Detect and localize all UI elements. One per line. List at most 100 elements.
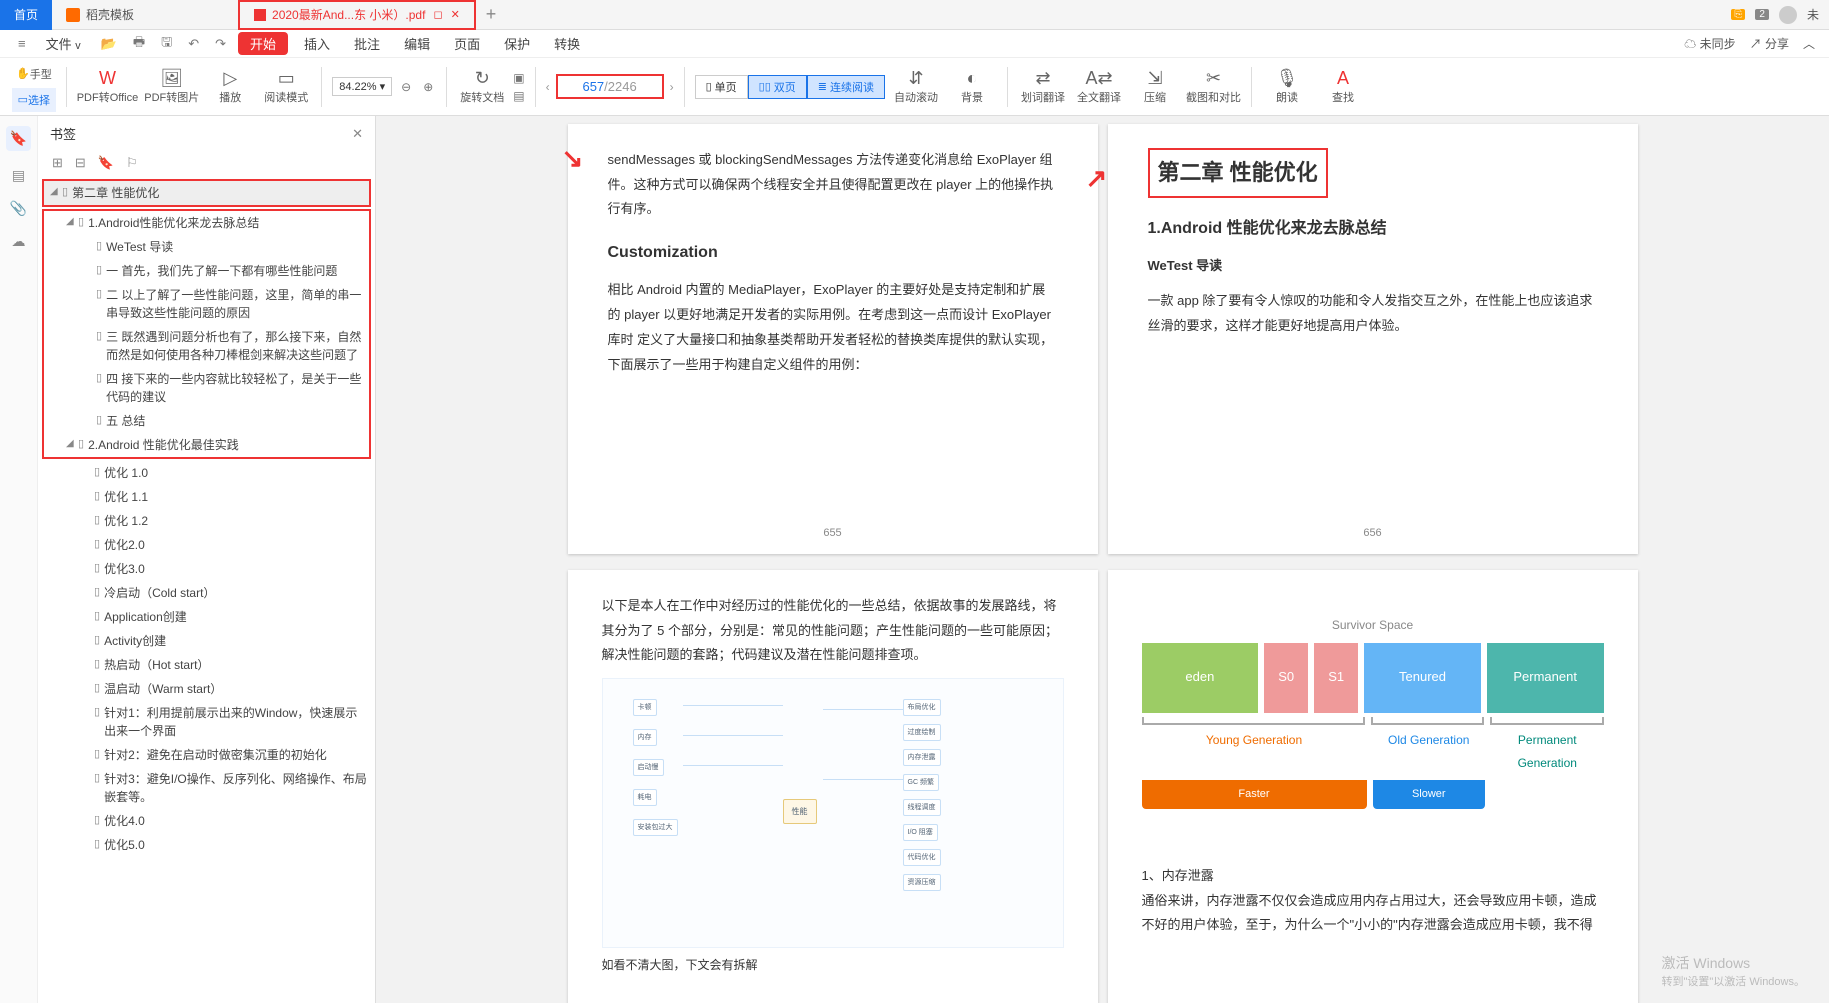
pdf-icon bbox=[254, 9, 266, 21]
doc-subheading: WeTest 导读 bbox=[1148, 254, 1598, 279]
doc-text: 如看不清大图，下文会有拆解 bbox=[602, 954, 1064, 977]
btn-play[interactable]: ▷播放 bbox=[205, 60, 255, 114]
tool-select[interactable]: ▭ 选择 bbox=[12, 88, 56, 112]
bookmark-item[interactable]: ▯优化3.0 bbox=[42, 557, 371, 581]
bookmark-item[interactable]: ▯四 接下来的一些内容就比较轻松了，是关于一些代码的建议 bbox=[44, 367, 369, 409]
tab-home[interactable]: 首页 bbox=[0, 0, 52, 30]
thumb-icon-2[interactable]: ▤ bbox=[513, 89, 524, 103]
view-continuous[interactable]: ≣ 连续阅读 bbox=[807, 75, 885, 99]
menu-edit[interactable]: 编辑 bbox=[396, 32, 438, 55]
thumbnails-icon[interactable]: ▤ bbox=[12, 167, 25, 184]
bookmark-item[interactable]: ▯优化5.0 bbox=[42, 833, 371, 857]
tab-pdf-document[interactable]: 2020最新And...东 小米）.pdf ◻ ✕ bbox=[238, 0, 476, 30]
menu-protect[interactable]: 保护 bbox=[496, 32, 538, 55]
zoom-out-icon[interactable]: ⊖ bbox=[398, 80, 414, 94]
bookmark-item[interactable]: ◢▯2.Android 性能优化最佳实践 bbox=[44, 433, 369, 457]
bookmark-item[interactable]: ▯Activity创建 bbox=[42, 629, 371, 653]
tool-hand[interactable]: ✋ 手型 bbox=[12, 62, 56, 86]
btn-background[interactable]: ◐背景 bbox=[947, 60, 997, 114]
bookmark-item[interactable]: ▯优化4.0 bbox=[42, 809, 371, 833]
page-prev-icon[interactable]: ‹ bbox=[546, 80, 550, 94]
bookmark-icon-2[interactable]: ⚐ bbox=[126, 155, 138, 171]
bookmark-item[interactable]: ◢▯1.Android性能优化来龙去脉总结 bbox=[44, 211, 369, 235]
print-icon[interactable]: 🖶 bbox=[129, 33, 149, 55]
expand-all-icon[interactable]: ⊞ bbox=[52, 155, 63, 171]
new-tab-button[interactable]: + bbox=[476, 0, 507, 30]
bookmark-item[interactable]: ▯优化 1.0 bbox=[42, 461, 371, 485]
sync-status[interactable]: ☁ 未同步 bbox=[1684, 35, 1735, 52]
menu-file[interactable]: 文件 v bbox=[38, 32, 89, 55]
collapse-all-icon[interactable]: ⊟ bbox=[75, 155, 86, 171]
view-double[interactable]: ▯▯ 双页 bbox=[748, 75, 807, 99]
share-button[interactable]: ↗ 分享 bbox=[1750, 35, 1789, 52]
old-gen-label: Old Generation bbox=[1373, 729, 1486, 775]
bookmark-item[interactable]: ▯二 以上了解了一些性能问题，这里，简单的串一串导致这些性能问题的原因 bbox=[44, 283, 369, 325]
btn-full-translate[interactable]: A⇄全文翻译 bbox=[1074, 60, 1124, 114]
count-badge: 2 bbox=[1755, 9, 1769, 20]
more-icon[interactable]: ︿ bbox=[1803, 35, 1815, 52]
mindmap-diagram: 性能 卡顿 内存 启动慢 耗电 安装包过大 布局优化 过度绘制 内存泄露 GC … bbox=[602, 678, 1064, 948]
tab-templates[interactable]: 稻壳模板 bbox=[52, 0, 148, 30]
btn-crop-compare[interactable]: ✂截图和对比 bbox=[1186, 60, 1241, 114]
notify-badge[interactable]: ⎘ bbox=[1731, 9, 1745, 20]
avatar[interactable] bbox=[1779, 6, 1797, 24]
bookmark-item[interactable]: ▯五 总结 bbox=[44, 409, 369, 433]
zoom-level[interactable]: 84.22% ▾ bbox=[332, 77, 392, 96]
bookmark-item[interactable]: ▯热启动（Hot start） bbox=[42, 653, 371, 677]
close-sidebar-icon[interactable]: ✕ bbox=[352, 126, 363, 142]
pdf-page-657: 以下是本人在工作中对经历过的性能优化的一些总结，依据故事的发展路线，将其分为了 … bbox=[568, 570, 1098, 1003]
user-status: 未 bbox=[1807, 6, 1819, 23]
bookmark-item[interactable]: ▯三 既然遇到问题分析也有了，那么接下来，自然而然是如何使用各种刀棒棍剑来解决这… bbox=[44, 325, 369, 367]
btn-pdf-to-office[interactable]: WPDF转Office bbox=[77, 60, 139, 114]
add-bookmark-icon[interactable]: 🔖 bbox=[98, 155, 114, 171]
bookmark-item[interactable]: ▯Application创建 bbox=[42, 605, 371, 629]
btn-rotate[interactable]: ↻旋转文档 bbox=[457, 60, 507, 114]
menu-convert[interactable]: 转换 bbox=[546, 32, 588, 55]
menu-start[interactable]: 开始 bbox=[238, 32, 288, 55]
btn-word-translate[interactable]: ⇄划词翻译 bbox=[1018, 60, 1068, 114]
save-icon[interactable]: 🖫 bbox=[157, 33, 176, 55]
btn-read-aloud[interactable]: 🎙朗读 bbox=[1262, 60, 1312, 114]
bookmark-item[interactable]: ▯优化 1.2 bbox=[42, 509, 371, 533]
menu-page[interactable]: 页面 bbox=[446, 32, 488, 55]
menu-insert[interactable]: 插入 bbox=[296, 32, 338, 55]
page-number-input[interactable]: 657/2246 bbox=[556, 74, 664, 99]
page-next-icon[interactable]: › bbox=[670, 80, 674, 94]
bookmark-item[interactable]: ◢▯第二章 性能优化 bbox=[42, 179, 371, 207]
bookmark-item[interactable]: ▯针对2：避免在启动时做密集沉重的初始化 bbox=[42, 743, 371, 767]
bookmark-item[interactable]: ▯优化 1.1 bbox=[42, 485, 371, 509]
cloud-icon[interactable]: ☁ bbox=[12, 233, 26, 250]
btn-pdf-to-image[interactable]: 🖼PDF转图片 bbox=[144, 60, 199, 114]
view-single[interactable]: ▯ 单页 bbox=[695, 75, 748, 99]
bookmark-item[interactable]: ▯针对3：避免I/O操作、反序列化、网络操作、布局嵌套等。 bbox=[42, 767, 371, 809]
zoom-in-icon[interactable]: ⊕ bbox=[420, 80, 436, 94]
slower-bar: Slower bbox=[1373, 780, 1486, 809]
close-tab-icon[interactable]: ✕ bbox=[451, 8, 460, 21]
open-icon[interactable]: 📂 bbox=[97, 36, 121, 52]
menu-annotate[interactable]: 批注 bbox=[346, 32, 388, 55]
redo-icon[interactable]: ↷ bbox=[211, 36, 230, 52]
undo-icon[interactable]: ↶ bbox=[184, 36, 203, 52]
bookmark-item[interactable]: ▯一 首先，我们先了解一下都有哪些性能问题 bbox=[44, 259, 369, 283]
bookmark-item[interactable]: ▯冷启动（Cold start） bbox=[42, 581, 371, 605]
btn-compress[interactable]: ⇲压缩 bbox=[1130, 60, 1180, 114]
bookmark-item[interactable]: ▯优化2.0 bbox=[42, 533, 371, 557]
bookmark-panel-icon[interactable]: 🔖 bbox=[6, 126, 31, 151]
tenured-box: Tenured bbox=[1364, 643, 1481, 713]
attachment-icon[interactable]: 📎 bbox=[10, 200, 27, 217]
diagram-label: Survivor Space bbox=[1142, 614, 1604, 637]
btn-find[interactable]: A查找 bbox=[1318, 60, 1368, 114]
chapter-title: 第二章 性能优化 bbox=[1148, 148, 1328, 198]
menu-icon[interactable]: ≡ bbox=[14, 36, 30, 51]
btn-autoscroll[interactable]: ⇵自动滚动 bbox=[891, 60, 941, 114]
tab-pdf-label: 2020最新And...东 小米）.pdf bbox=[272, 6, 425, 23]
tab-templates-label: 稻壳模板 bbox=[86, 6, 134, 23]
bookmark-item[interactable]: ▯针对1：利用提前展示出来的Window，快速展示出来一个界面 bbox=[42, 701, 371, 743]
document-view[interactable]: ↘ sendMessages 或 blockingSendMessages 方法… bbox=[376, 116, 1829, 1003]
thumb-icon-1[interactable]: ▣ bbox=[513, 71, 524, 85]
bookmark-item[interactable]: ▯WeTest 导读 bbox=[44, 235, 369, 259]
bookmark-item[interactable]: ▯温启动（Warm start） bbox=[42, 677, 371, 701]
btn-read-mode[interactable]: ▭阅读模式 bbox=[261, 60, 311, 114]
doc-text: 通俗来讲，内存泄露不仅仅会造成应用内存占用过大，还会导致应用卡顿，造成不好的用户… bbox=[1142, 889, 1604, 938]
popout-icon[interactable]: ◻ bbox=[433, 8, 442, 21]
